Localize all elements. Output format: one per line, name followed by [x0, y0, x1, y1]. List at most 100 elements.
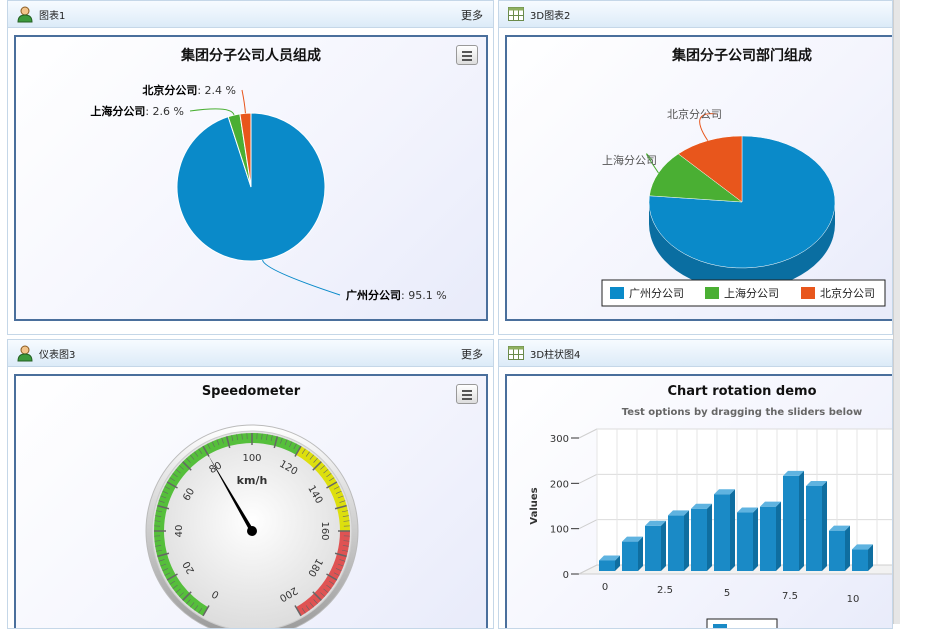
column3d-chart: 0 100 200 300 Values 0 2.5 5 7.5 10 Chart rotatio…	[505, 374, 893, 629]
data-label: 广州分公司: 95.1 %	[346, 288, 447, 302]
data-label: 上海分公司	[602, 153, 657, 167]
chart-title: 集团分子公司部门组成	[507, 45, 893, 65]
legend-swatch	[713, 624, 727, 629]
gauge-tick-label: 100	[242, 453, 261, 464]
legend-swatch	[801, 287, 815, 299]
chart-title: 集团分子公司人员组成	[16, 45, 486, 65]
column-bar	[737, 508, 758, 571]
user-icon	[16, 5, 34, 23]
y-axis-label: Values	[529, 487, 540, 524]
column-side	[845, 526, 850, 571]
chart-title: Speedometer	[16, 384, 486, 399]
column-side	[661, 521, 666, 571]
legend-swatch	[610, 287, 624, 299]
column-side	[707, 504, 712, 571]
panel-header: 仪表图3 更多	[8, 340, 493, 367]
panel-title: 3D图表2	[530, 7, 570, 22]
column-front	[852, 549, 868, 571]
gauge-unit: km/h	[237, 474, 268, 487]
panel-chart2: 3D图表2 上海分公司北京分公司广州分公司上海分公司北京分公司 集团分子公司部门…	[498, 0, 893, 335]
more-link[interactable]: 更多	[461, 7, 483, 23]
connector-line	[190, 109, 234, 115]
pie-chart-svg: 广州分公司: 95.1 % 上海分公司: 2.6 % 北京分公司: 2.4 %	[16, 37, 486, 319]
y-tick-label: 200	[550, 479, 569, 490]
column-bar	[829, 526, 850, 571]
column-front	[829, 531, 845, 571]
column-bar	[668, 510, 689, 571]
column-side	[776, 502, 781, 571]
column-front	[714, 494, 730, 571]
panel-header: 3D图表2	[499, 1, 892, 28]
column-bar	[691, 504, 712, 571]
column-front	[737, 513, 753, 571]
pie3d-chart-departments: 上海分公司北京分公司广州分公司上海分公司北京分公司 集团分子公司部门组成	[505, 35, 893, 321]
speedometer-gauge: 020406080100120140160180200km/h Speedome…	[14, 374, 488, 629]
column-bar	[714, 489, 735, 571]
column-side	[638, 537, 643, 571]
legend-swatch	[705, 287, 719, 299]
gauge-svg: 020406080100120140160180200km/h	[16, 376, 486, 629]
user-icon	[16, 344, 34, 362]
gauge-pivot	[247, 526, 257, 536]
pie-chart-staff: 广州分公司: 95.1 % 上海分公司: 2.6 % 北京分公司: 2.4 % 集团…	[14, 35, 488, 321]
panel-header: 图表1 更多	[8, 1, 493, 28]
x-tick-label: 2.5	[657, 585, 673, 596]
column-front	[622, 542, 638, 571]
x-tick-label: 7.5	[782, 591, 798, 602]
panel-chart1: 图表1 更多 广州分公司: 95.1 % 上海分公司: 2.6 % 北京分公司: 2…	[7, 0, 494, 335]
column-bar	[622, 537, 643, 571]
grid-diag	[579, 474, 597, 483]
column-side	[730, 489, 735, 571]
column-front	[599, 560, 615, 571]
column-bar	[645, 521, 666, 571]
gauge-tick-label: 160	[319, 521, 330, 540]
data-label: 北京分公司: 2.4 %	[142, 83, 236, 97]
column-bar	[599, 555, 620, 571]
table-icon	[507, 344, 525, 362]
grid-diag	[579, 429, 597, 438]
column-side	[799, 471, 804, 571]
column-bar	[806, 481, 827, 571]
column-side	[822, 481, 827, 571]
column-front	[760, 507, 776, 571]
legend-item: 广州分公司	[629, 287, 684, 300]
gauge-tick-label: 40	[174, 525, 185, 538]
connector-line	[263, 260, 340, 295]
column-side	[684, 510, 689, 571]
x-tick-label: 5	[724, 588, 730, 599]
chart-menu-button[interactable]	[456, 45, 478, 65]
chart-subtitle: Test options by dragging the sliders bel…	[507, 407, 893, 418]
panel-column4: 3D柱状图4 0 100 200 300 Values 0 2.5 5 7.5 10 Chart …	[498, 339, 893, 629]
column-front	[806, 486, 822, 571]
y-tick-label: 300	[550, 434, 569, 445]
column-front	[645, 526, 661, 571]
y-tick-label: 100	[550, 525, 569, 536]
panel-header: 3D柱状图4	[499, 340, 892, 367]
y-tick-label: 0	[563, 570, 569, 581]
data-label: 上海分公司: 2.6 %	[90, 104, 184, 118]
legend-item: 北京分公司	[820, 286, 875, 300]
column-side	[753, 508, 758, 571]
column-front	[783, 476, 799, 571]
column-bar	[783, 471, 804, 571]
connector-line	[242, 90, 245, 113]
column-front	[668, 515, 684, 571]
column-bar	[852, 544, 873, 571]
panel-title: 3D柱状图4	[530, 346, 580, 361]
panel-title: 图表1	[39, 7, 65, 22]
table-icon	[507, 5, 525, 23]
x-tick-label: 10	[847, 594, 860, 605]
x-tick-label: 0	[602, 582, 608, 593]
legend-item: 上海分公司	[724, 286, 779, 300]
chart-menu-button[interactable]	[456, 384, 478, 404]
column-bar	[760, 502, 781, 571]
pie3d-chart-svg: 上海分公司北京分公司广州分公司上海分公司北京分公司	[507, 37, 893, 319]
legend: 广州分公司 上海分公司 北京分公司	[602, 280, 885, 306]
grid-diag	[579, 520, 597, 529]
data-label: 北京分公司	[667, 107, 722, 121]
vertical-scrollbar[interactable]	[893, 0, 900, 624]
chart-title: Chart rotation demo	[507, 384, 893, 399]
more-link[interactable]: 更多	[461, 346, 483, 362]
panel-title: 仪表图3	[39, 346, 75, 361]
panel-gauge3: 仪表图3 更多 020406080100120140160180200km/h …	[7, 339, 494, 629]
